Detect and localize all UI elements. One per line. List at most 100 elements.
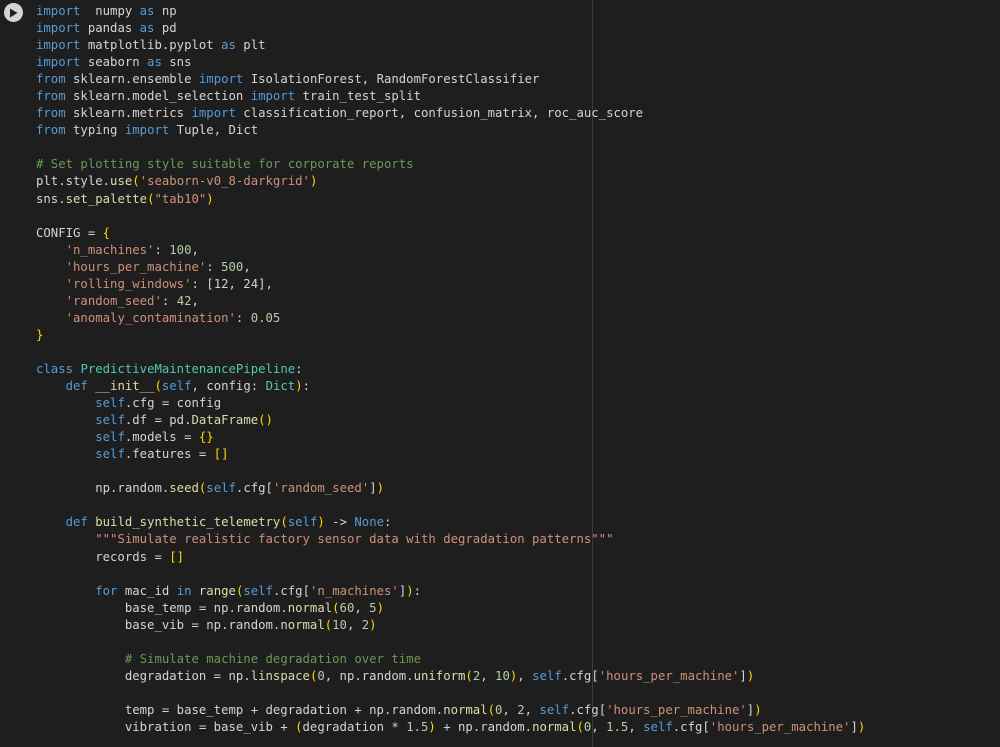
code-token-keyword: as bbox=[147, 55, 162, 70]
code-token-code-text: : bbox=[206, 259, 222, 274]
code-line: 'rolling_windows': [12, 24], bbox=[36, 276, 865, 293]
code-line: 'random_seed': 42, bbox=[36, 293, 865, 310]
code-token-code-text: : bbox=[154, 242, 170, 257]
code-token-code-text: .cfg[ bbox=[561, 668, 599, 683]
code-token-string-literal: 'rolling_windows' bbox=[65, 276, 192, 291]
code-token-code-text: : bbox=[384, 515, 392, 530]
code-token-string-literal: 'hours_per_machine' bbox=[709, 719, 851, 734]
code-token-keyword: in bbox=[176, 583, 192, 598]
code-token-code-text: sns bbox=[161, 55, 192, 70]
code-token-number-literal: 2 bbox=[517, 702, 525, 717]
code-token-bracket: ) bbox=[206, 191, 214, 206]
code-line: temp = base_temp + degradation + np.rand… bbox=[36, 702, 865, 719]
code-token-function-name: normal bbox=[280, 617, 325, 632]
code-token-code-text: .models = bbox=[124, 430, 199, 445]
code-token-bracket: () bbox=[258, 413, 273, 428]
code-token-code-text: .cfg = config bbox=[124, 396, 222, 411]
run-cell-button[interactable] bbox=[4, 3, 23, 22]
code-token-code-text bbox=[36, 430, 95, 444]
code-token-code-text: plt.style. bbox=[36, 174, 111, 189]
code-token-code-text bbox=[36, 379, 66, 393]
code-line: from sklearn.ensemble import IsolationFo… bbox=[36, 71, 865, 88]
code-token-function-name: linspace bbox=[250, 668, 310, 683]
code-cell[interactable]: import numpy as np import pandas as pd imp… bbox=[0, 0, 1000, 747]
code-token-code-text: pandas bbox=[80, 21, 140, 36]
code-token-code-text: : bbox=[161, 293, 177, 308]
code-token-string-literal: 'n_machines' bbox=[65, 242, 155, 257]
code-token-bracket: ( bbox=[576, 719, 584, 734]
code-token-code-text: , bbox=[480, 668, 496, 683]
code-token-bracket: ) bbox=[295, 379, 303, 394]
code-line: CONFIG = { bbox=[36, 225, 865, 242]
code-token-number-literal: 100 bbox=[169, 242, 192, 257]
code-token-keyword: import bbox=[36, 55, 81, 70]
code-token-number-literal: 5 bbox=[369, 600, 377, 615]
code-token-bracket: ( bbox=[487, 702, 496, 717]
code-token-number-literal: 0.05 bbox=[250, 310, 281, 325]
code-token-code-text: : [12, 24], bbox=[191, 276, 273, 291]
code-token-keyword: self bbox=[95, 396, 125, 411]
code-token-code-text: .cfg[ bbox=[672, 719, 710, 734]
code-token-code-text: typing bbox=[65, 123, 125, 138]
code-token-number-literal: 500 bbox=[221, 259, 244, 274]
code-line: sns.set_palette("tab10") bbox=[36, 191, 865, 208]
code-token-code-text: , bbox=[517, 668, 533, 683]
code-line: # Set plotting style suitable for corpor… bbox=[36, 156, 865, 173]
code-token-keyword: self bbox=[539, 702, 570, 717]
code-line: from sklearn.model_selection import trai… bbox=[36, 88, 865, 105]
code-token-code-text: : bbox=[413, 583, 422, 598]
code-line: self.features = [] bbox=[36, 446, 865, 463]
code-token-code-text: degradation * bbox=[302, 719, 407, 734]
code-token-code-text: , bbox=[502, 702, 518, 717]
code-token-keyword: self bbox=[532, 668, 562, 683]
code-token-code-text: ] bbox=[369, 481, 377, 496]
code-token-keyword: import bbox=[191, 106, 236, 121]
code-line: 'hours_per_machine': 500, bbox=[36, 259, 865, 276]
code-token-function-name: seed bbox=[169, 481, 199, 496]
code-line: degradation = np.linspace (0, np.random.u… bbox=[36, 668, 865, 685]
code-token-bracket: {} bbox=[198, 430, 214, 445]
code-token-code-text: , bbox=[591, 719, 607, 734]
code-token-code-text: , bbox=[354, 600, 370, 615]
code-token-keyword: def bbox=[65, 515, 88, 530]
code-token-string-literal: 'anomaly_contamination' bbox=[65, 310, 236, 325]
code-token-bracket: ( bbox=[465, 668, 473, 683]
code-token-keyword: self bbox=[206, 481, 236, 496]
code-token-code-text: -> bbox=[324, 515, 355, 530]
code-line: # Simulate machine degradation over time bbox=[36, 651, 865, 668]
code-line: 'n_machines': 100, bbox=[36, 242, 865, 259]
code-token-bracket: ) bbox=[369, 617, 377, 632]
code-token-code-text: records = bbox=[36, 549, 170, 564]
code-token-code-text: CONFIG = bbox=[36, 225, 103, 240]
code-token-keyword: import bbox=[36, 21, 81, 36]
code-line: 'anomaly_contamination': 0.05 bbox=[36, 310, 865, 327]
code-token-code-text bbox=[36, 396, 95, 410]
code-token-string-literal: """Simulate realistic factory sensor dat… bbox=[95, 532, 614, 547]
code-line: """Simulate realistic factory sensor dat… bbox=[36, 531, 865, 548]
code-token-bracket: ( bbox=[295, 719, 303, 734]
code-line: records = [] bbox=[36, 549, 865, 566]
code-token-code-text: , bbox=[243, 259, 251, 274]
code-token-keyword: import bbox=[250, 89, 296, 104]
code-token-keyword: as bbox=[221, 38, 236, 53]
code-editor[interactable]: import numpy as np import pandas as pd imp… bbox=[36, 3, 865, 736]
code-token-code-text: train_test_split bbox=[295, 89, 421, 104]
code-token-code-text: np bbox=[154, 4, 177, 18]
code-token-number-literal: 0 bbox=[317, 668, 325, 683]
code-token-code-text: + np.random. bbox=[435, 719, 533, 734]
code-token-code-text: IsolationForest, RandomForestClassifier bbox=[243, 72, 540, 87]
code-token-code-text: .cfg[ bbox=[272, 583, 310, 598]
code-token-function-name: range bbox=[198, 583, 236, 598]
code-line: self.cfg = config bbox=[36, 395, 865, 412]
code-line: import matplotlib.pyplot as plt bbox=[36, 37, 865, 54]
code-token-string-literal: 'hours_per_machine' bbox=[598, 668, 740, 683]
code-token-code-text: : bbox=[235, 310, 251, 325]
code-line: from sklearn.metrics import classificati… bbox=[36, 105, 865, 122]
code-token-code-text: plt bbox=[235, 38, 266, 53]
code-token-string-literal: "tab10" bbox=[154, 191, 207, 206]
code-line: ​ bbox=[36, 497, 865, 514]
code-token-code-text: temp = base_temp + degradation + np.rand… bbox=[36, 702, 444, 717]
code-token-number-literal: 10 bbox=[332, 617, 347, 632]
code-line: import pandas as pd bbox=[36, 20, 865, 37]
code-token-string-literal: 'n_machines' bbox=[310, 583, 399, 598]
